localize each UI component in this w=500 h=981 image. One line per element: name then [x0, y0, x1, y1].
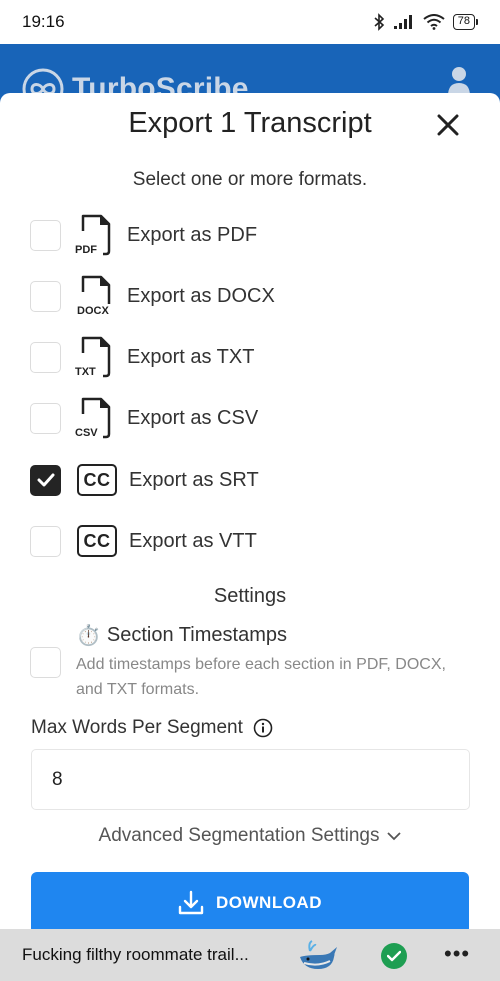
max-words-label-text: Max Words Per Segment: [31, 717, 243, 738]
section-timestamps-title: ⏱️ Section Timestamps: [76, 623, 476, 648]
format-option-txt[interactable]: TXT Export as TXT: [30, 335, 254, 379]
file-ext-label: TXT: [75, 366, 96, 378]
format-label: Export as PDF: [127, 223, 258, 246]
battery-icon: 78: [452, 14, 478, 30]
pdf-checkbox[interactable]: [30, 219, 61, 251]
signal-icon: [393, 15, 412, 29]
section-timestamps-checkbox[interactable]: [30, 647, 61, 678]
closed-caption-icon: CC: [77, 525, 117, 557]
format-option-docx[interactable]: DOCX Export as DOCX: [30, 274, 275, 318]
battery-level: 78: [452, 14, 475, 30]
track-title: Fucking filthy roommate trail...: [22, 945, 249, 964]
max-words-input[interactable]: [31, 749, 470, 810]
stopwatch-icon: ⏱️: [76, 625, 101, 647]
file-ext-label: CSV: [75, 427, 98, 439]
file-icon: CSV: [75, 396, 115, 440]
format-option-vtt[interactable]: CC Export as VTT: [30, 519, 257, 563]
download-icon: [178, 890, 204, 915]
vtt-checkbox[interactable]: [30, 525, 61, 557]
format-label: Export as TXT: [127, 345, 255, 368]
format-option-pdf[interactable]: PDF Export as PDF: [30, 213, 257, 257]
srt-checkbox[interactable]: [30, 464, 61, 496]
checkmark-icon: [37, 473, 54, 487]
file-icon: TXT: [75, 335, 115, 379]
format-label: Export as DOCX: [127, 284, 275, 307]
close-icon[interactable]: [434, 111, 462, 139]
file-ext-label: PDF: [75, 244, 97, 256]
closed-caption-icon: CC: [77, 464, 117, 496]
status-icons: 78: [373, 13, 478, 31]
status-time: 19:16: [22, 12, 65, 31]
format-label: Export as CSV: [127, 406, 259, 429]
wifi-icon: [423, 14, 445, 30]
whale-icon: [300, 940, 337, 969]
modal-title: Export 1 Transcript: [128, 107, 372, 139]
advanced-segmentation-toggle[interactable]: Advanced Segmentation Settings: [0, 825, 500, 847]
max-words-label: Max Words Per Segment: [31, 717, 273, 739]
modal-subtitle: Select one or more formats.: [132, 169, 368, 190]
format-label: Export as VTT: [129, 529, 257, 552]
download-button[interactable]: DOWNLOAD: [31, 872, 469, 929]
section-timestamps-label: Section Timestamps: [106, 624, 287, 646]
settings-heading: Settings: [213, 585, 287, 607]
bluetooth-icon: [374, 13, 384, 31]
status-bar: 19:16 78: [0, 0, 500, 44]
download-label: DOWNLOAD: [216, 893, 322, 912]
advanced-segmentation-label: Advanced Segmentation Settings: [98, 825, 380, 846]
file-icon: PDF: [75, 213, 115, 257]
format-option-srt[interactable]: CC Export as SRT: [30, 458, 259, 502]
export-modal: Export 1 Transcript Select one or more f…: [0, 93, 500, 929]
txt-checkbox[interactable]: [30, 341, 61, 373]
user-avatar-icon[interactable]: [448, 66, 470, 96]
media-bar[interactable]: Fucking filthy roommate trail... •••: [0, 929, 500, 981]
chevron-down-icon: [387, 832, 402, 841]
format-option-csv[interactable]: CSV Export as CSV: [30, 396, 258, 440]
check-circle-icon: [381, 943, 407, 969]
section-timestamps-text: ⏱️ Section Timestamps Add timestamps bef…: [76, 623, 476, 702]
more-options-icon[interactable]: •••: [444, 943, 470, 965]
file-icon: DOCX: [75, 274, 115, 318]
file-ext-label: DOCX: [77, 305, 109, 317]
section-timestamps-description: Add timestamps before each section in PD…: [76, 656, 446, 698]
csv-checkbox[interactable]: [30, 402, 61, 434]
format-label: Export as SRT: [129, 468, 259, 491]
info-icon[interactable]: [253, 718, 273, 738]
docx-checkbox[interactable]: [30, 280, 61, 312]
